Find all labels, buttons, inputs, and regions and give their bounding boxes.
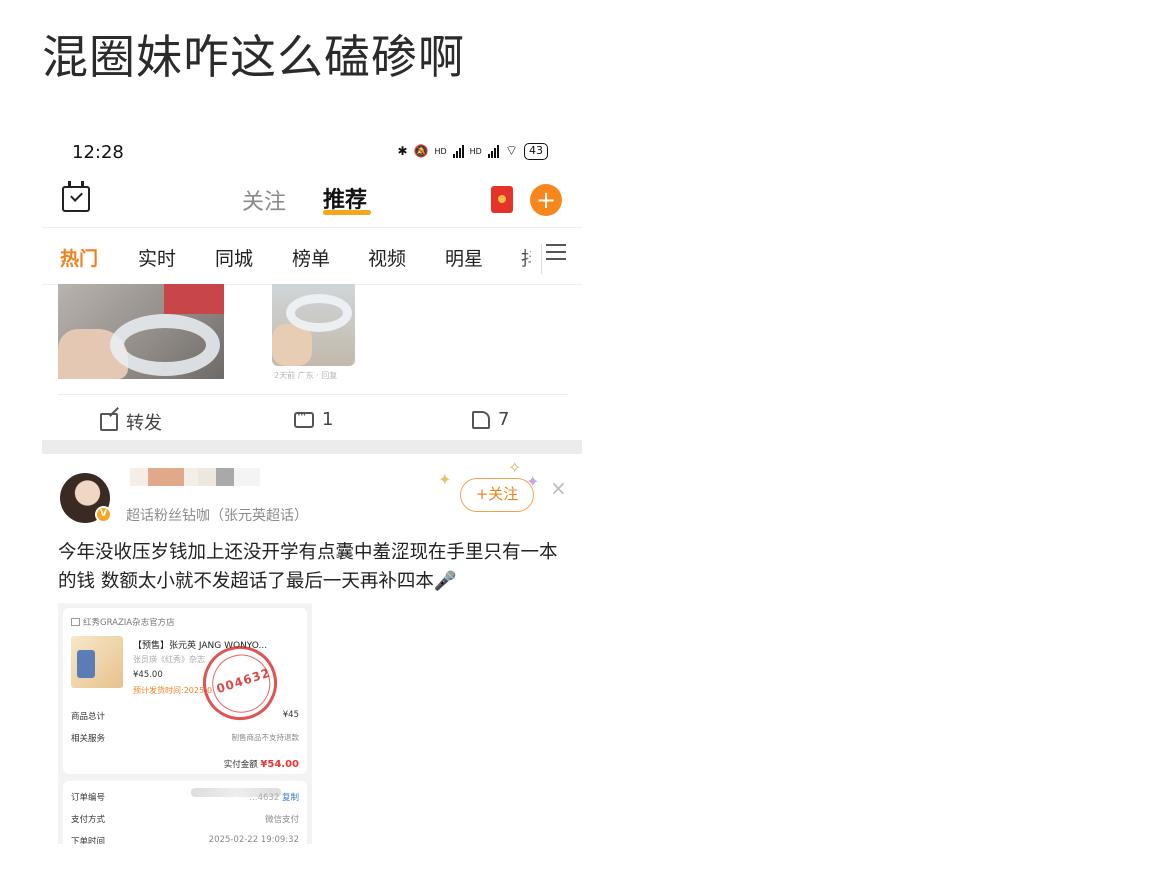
post-title: 混圈妹咋这么磕碜啊 xyxy=(42,30,465,84)
order-no-copy[interactable]: …4632 复制 xyxy=(249,791,299,803)
like-count: 7 xyxy=(498,409,510,430)
order-time-value: 2025-02-22 19:09:32 xyxy=(208,835,299,844)
signal-icon-2 xyxy=(487,144,499,158)
verified-badge-icon: V xyxy=(95,506,112,523)
row-value-total: ¥45 xyxy=(282,710,299,720)
feed-separator xyxy=(42,440,582,454)
product-thumbnail xyxy=(71,636,123,688)
channel-hot[interactable]: 热门 xyxy=(60,244,98,271)
channel-local[interactable]: 同城 xyxy=(215,244,253,271)
username-blurred[interactable] xyxy=(130,468,260,486)
status-icons: ✱ 🔕 HD HD ⌔ 43 xyxy=(397,142,548,160)
order-card: 红秀GRAZIA杂志官方店 【预售】张元英 JANG WONYO... 张员瑛《… xyxy=(63,608,307,774)
post-action-row: 转发 1 7 xyxy=(58,394,568,444)
order-time-label: 下单时间 xyxy=(71,837,106,844)
status-time: 12:28 xyxy=(72,142,124,163)
paid-amount: 实付金额 ¥54.00 xyxy=(223,759,299,770)
row-value-service: 制售商品不支持退款 xyxy=(231,733,300,742)
shop-icon xyxy=(71,618,80,626)
channel-video[interactable]: 视频 xyxy=(368,244,406,271)
wifi-icon: ⌔ xyxy=(504,143,518,159)
product-price: ¥45.00 xyxy=(133,670,163,680)
repost-label: 转发 xyxy=(126,413,162,434)
channel-ranking[interactable]: 榜单 xyxy=(292,244,330,271)
repost-button[interactable]: 转发 xyxy=(100,409,162,435)
product-subtitle: 张员瑛《红秀》杂志 xyxy=(133,655,205,664)
post-image-bangle-1[interactable] xyxy=(58,284,224,379)
tab-follow[interactable]: 关注 xyxy=(242,184,286,216)
order-no-label: 订单编号 xyxy=(71,793,106,803)
image-caption: 2天前 广东 · 回复 xyxy=(274,371,338,380)
row-label-total: 商品总计 xyxy=(71,712,106,722)
order-screenshot-image[interactable]: 红秀GRAZIA杂志官方店 【预售】张元英 JANG WONYO... 张员瑛《… xyxy=(58,603,312,844)
channel-stars[interactable]: 明星 xyxy=(445,244,483,271)
post-image-bangle-2[interactable] xyxy=(272,284,355,366)
like-button[interactable]: 7 xyxy=(472,409,509,430)
pay-method-value: 微信支付 xyxy=(264,815,299,825)
battery-icon: 43 xyxy=(524,142,548,160)
status-bar: 12:28 ✱ 🔕 HD HD ⌔ 43 xyxy=(42,128,582,176)
follow-button[interactable]: +关注 xyxy=(460,478,534,512)
pay-method-label: 支付方式 xyxy=(71,815,106,825)
channel-bar: 热门 实时 同城 榜单 视频 明星 抖 xyxy=(42,236,582,284)
channel-fade xyxy=(520,244,542,274)
order-info-card: 订单编号 …4632 复制 支付方式 微信支付 下单时间 2025-02-22 … xyxy=(63,781,307,844)
ship-time: 预计发货时间:2025-0 xyxy=(133,686,213,695)
comment-icon xyxy=(294,408,314,428)
mute-bell-icon: 🔕 xyxy=(413,144,429,158)
repost-icon xyxy=(100,413,118,431)
tab-active-underline xyxy=(323,210,371,215)
compose-plus-button[interactable]: + xyxy=(530,184,562,216)
post-body-text[interactable]: 今年没收压岁钱加上还没开学有点囊中羞涩现在手里只有一本的钱 数额太小就不发超话了… xyxy=(58,538,568,596)
fan-level-label: 超话粉丝钻咖（张元英超话） xyxy=(126,508,308,524)
phone-screenshot: 12:28 ✱ 🔕 HD HD ⌔ 43 关注 推荐 + 热门 实时 同城 榜单… xyxy=(42,128,582,844)
header-divider xyxy=(42,227,582,228)
shop-name: 红秀GRAZIA杂志官方店 xyxy=(71,616,175,628)
channel-menu-icon[interactable] xyxy=(546,244,566,260)
signal-icon xyxy=(452,144,464,158)
top-header: 关注 推荐 + xyxy=(42,176,582,226)
checkin-calendar-icon[interactable] xyxy=(62,181,90,212)
red-packet-icon[interactable] xyxy=(491,186,513,213)
bluetooth-icon: ✱ xyxy=(397,144,408,158)
thumbs-up-icon xyxy=(472,410,490,429)
channel-realtime[interactable]: 实时 xyxy=(138,244,176,271)
comment-button[interactable]: 1 xyxy=(294,408,334,430)
close-icon[interactable]: × xyxy=(550,476,567,500)
hd-label-2: HD xyxy=(469,146,482,156)
comment-count: 1 xyxy=(322,409,334,430)
row-label-service: 相关服务 xyxy=(71,734,106,744)
hd-label: HD xyxy=(434,146,447,156)
